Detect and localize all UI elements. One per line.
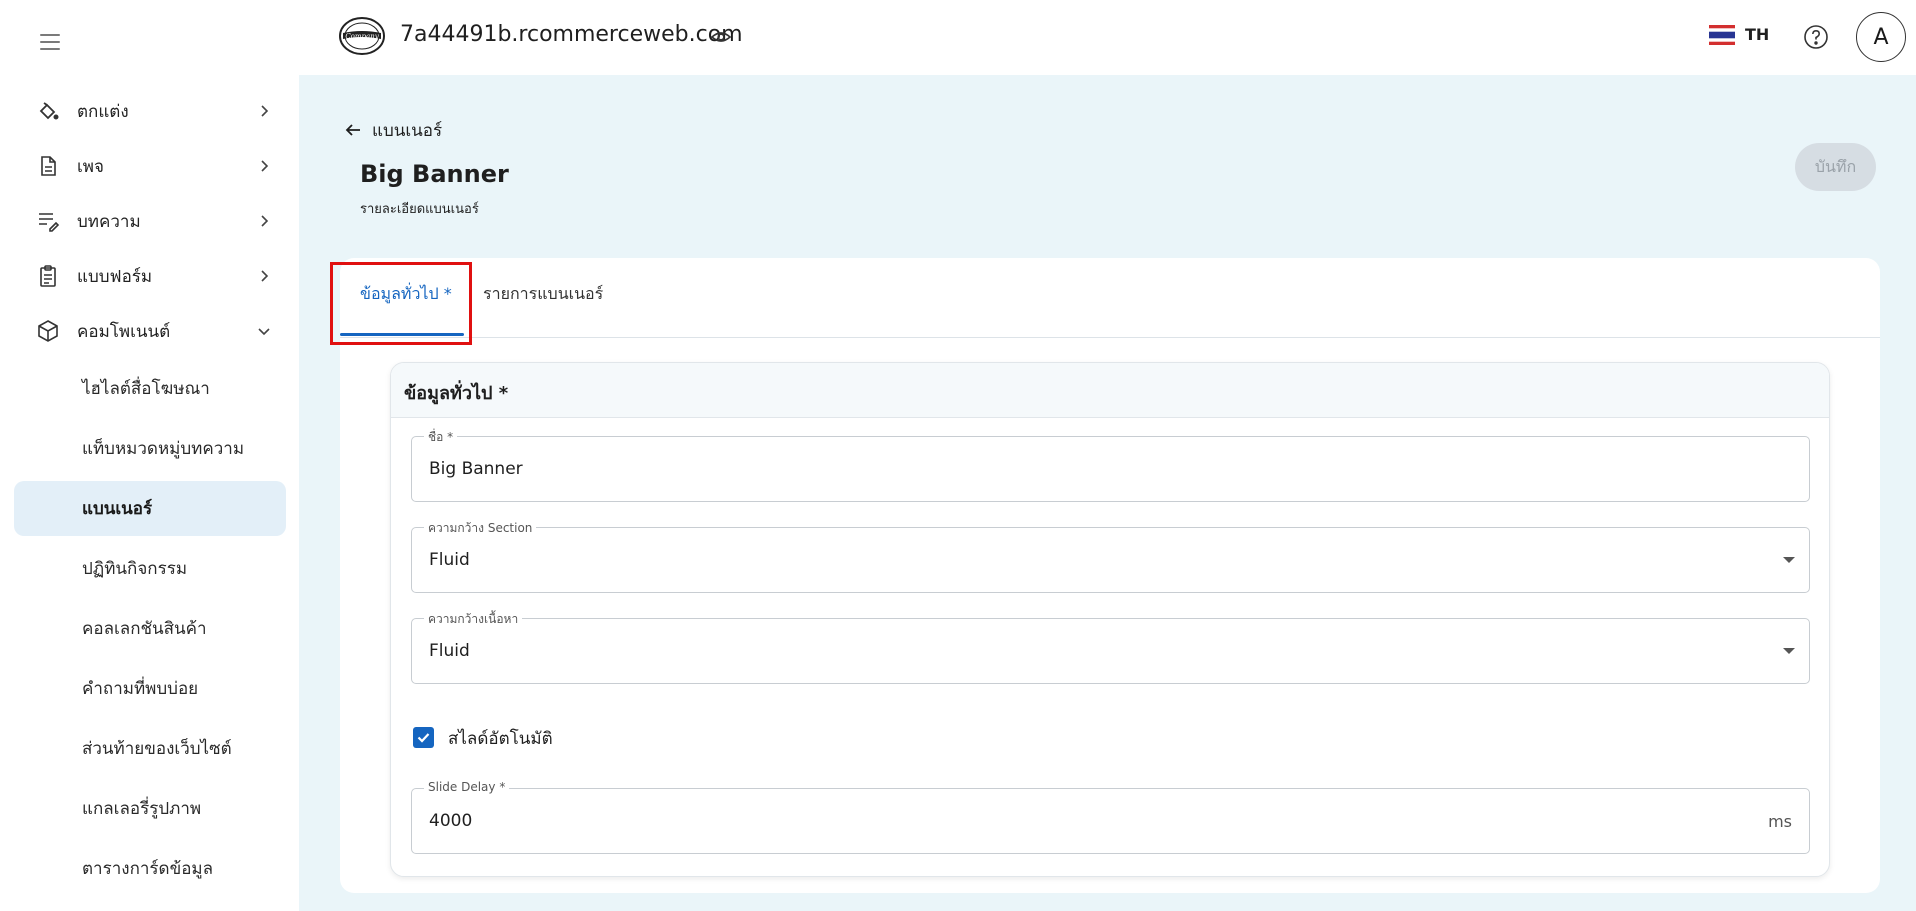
section-width-label: ความกว้าง Section: [424, 519, 537, 538]
sidebar-item-component[interactable]: คอมโพเนนต์: [14, 304, 286, 358]
sidebar-subitem-label: คอลเลกชันสินค้า: [82, 619, 207, 639]
sidebar-item-label: ตกแต่ง: [77, 101, 129, 122]
hamburger-menu-icon[interactable]: [38, 30, 62, 54]
chevron-right-icon: [261, 160, 269, 172]
save-button[interactable]: บันทึก: [1795, 143, 1876, 191]
slide-delay-value: 4000: [429, 811, 473, 831]
sidebar-item-decorate[interactable]: ตกแต่ง: [14, 84, 286, 138]
eye-preview-icon[interactable]: [710, 27, 732, 47]
article-edit-icon: [39, 213, 60, 232]
component-cube-icon: [38, 320, 58, 342]
autoslide-checkbox[interactable]: [413, 727, 434, 748]
sidebar-subitem-product-collection[interactable]: คอลเลกชันสินค้า: [14, 601, 286, 656]
general-info-section: ข้อมูลทั่วไป * ชื่อ * Big Banner ความกว้…: [390, 362, 1830, 877]
sidebar-subitem-label: คำถามที่พบบ่อย: [82, 679, 199, 699]
tab-banner-items[interactable]: รายการแบนเนอร์: [483, 282, 603, 307]
sidebar-subitem-image-gallery[interactable]: แกลเลอรี่รูปภาพ: [14, 781, 286, 836]
name-field-value: Big Banner: [429, 459, 523, 479]
paint-bucket-icon: [39, 102, 59, 120]
tab-highlight-box: [330, 262, 472, 345]
help-icon[interactable]: [1803, 24, 1829, 50]
sidebar-item-page[interactable]: เพจ: [14, 139, 286, 193]
sidebar-subitem-label: ไฮไลต์สื่อโฆษณา: [82, 379, 210, 399]
chevron-down-icon: [258, 328, 270, 336]
sidebar-subitem-banner[interactable]: แบนเนอร์: [14, 481, 286, 536]
sidebar-item-label: บทความ: [77, 211, 141, 232]
sidebar-item-article[interactable]: บทความ: [14, 194, 286, 248]
section-header: ข้อมูลทั่วไป *: [391, 363, 1829, 418]
back-link-label: แบนเนอร์: [372, 120, 443, 141]
svg-text:Company: Company: [345, 33, 379, 41]
autoslide-label: สไลด์อัตโนมัติ: [448, 729, 553, 749]
content-width-value: Fluid: [429, 641, 470, 661]
sidebar-item-label: แบบฟอร์ม: [77, 266, 153, 287]
sidebar: ตกแต่ง เพจ บทความ แบบฟอร์ม คอมโพเนนต์ ไฮ…: [0, 0, 299, 911]
sidebar-subitem-media-highlight[interactable]: ไฮไลต์สื่อโฆษณา: [14, 361, 286, 416]
content-width-select[interactable]: ความกว้างเนื้อหา Fluid: [411, 610, 1810, 684]
thai-flag-icon[interactable]: [1709, 25, 1735, 45]
section-width-value: Fluid: [429, 550, 470, 570]
sidebar-item-form[interactable]: แบบฟอร์ม: [14, 249, 286, 303]
sidebar-subitem-data-card-grid[interactable]: ตารางการ์ดข้อมูล: [14, 841, 286, 896]
sidebar-subitem-article-category-tab[interactable]: แท็บหมวดหมู่บทความ: [14, 421, 286, 476]
section-width-select[interactable]: ความกว้าง Section Fluid: [411, 519, 1810, 593]
company-logo: Company: [339, 17, 385, 55]
sidebar-subitem-event-calendar[interactable]: ปฏิทินกิจกรรม: [14, 541, 286, 596]
page-subtitle: รายละเอียดแบนเนอร์: [360, 202, 479, 217]
checkmark-icon: [417, 733, 430, 743]
dropdown-arrow-icon: [1783, 648, 1795, 654]
sidebar-item-label: คอมโพเนนต์: [77, 321, 171, 342]
slide-delay-field[interactable]: Slide Delay * 4000 ms: [411, 780, 1810, 854]
content-width-label: ความกว้างเนื้อหา: [424, 610, 523, 629]
page-icon: [41, 156, 56, 176]
name-field[interactable]: ชื่อ * Big Banner: [411, 428, 1810, 502]
language-selector[interactable]: TH: [1745, 25, 1769, 44]
back-link[interactable]: แบนเนอร์: [344, 118, 442, 142]
sidebar-subitem-footer[interactable]: ส่วนท้ายของเว็บไซต์: [14, 721, 286, 776]
slide-delay-label: Slide Delay *: [424, 780, 510, 794]
chevron-right-icon: [261, 270, 269, 282]
sidebar-subitem-label: แท็บหมวดหมู่บทความ: [82, 439, 245, 459]
sidebar-subitem-label: แบนเนอร์: [82, 499, 153, 519]
sidebar-subitem-faq[interactable]: คำถามที่พบบ่อย: [14, 661, 286, 716]
chevron-right-icon: [261, 105, 269, 117]
sidebar-subitem-label: ส่วนท้ายของเว็บไซต์: [82, 739, 232, 759]
top-header: Company 7a44491b.rcommerceweb.com TH A: [299, 0, 1916, 75]
form-clipboard-icon: [40, 265, 56, 287]
sidebar-item-label: เพจ: [77, 156, 104, 177]
page-title: Big Banner: [360, 160, 509, 188]
sidebar-subitem-label: ปฏิทินกิจกรรม: [82, 559, 188, 579]
dropdown-arrow-icon: [1783, 557, 1795, 563]
chevron-right-icon: [261, 215, 269, 227]
tabs-divider: [340, 337, 1880, 338]
user-avatar[interactable]: A: [1856, 12, 1906, 62]
slide-delay-unit: ms: [1768, 812, 1792, 831]
name-field-label: ชื่อ *: [424, 428, 458, 447]
site-domain: 7a44491b.rcommerceweb.com: [400, 22, 743, 47]
arrow-left-icon: [345, 124, 360, 136]
sidebar-subitem-label: ตารางการ์ดข้อมูล: [82, 859, 214, 879]
sidebar-subitem-label: แกลเลอรี่รูปภาพ: [82, 799, 202, 819]
section-title: ข้อมูลทั่วไป *: [404, 383, 509, 404]
